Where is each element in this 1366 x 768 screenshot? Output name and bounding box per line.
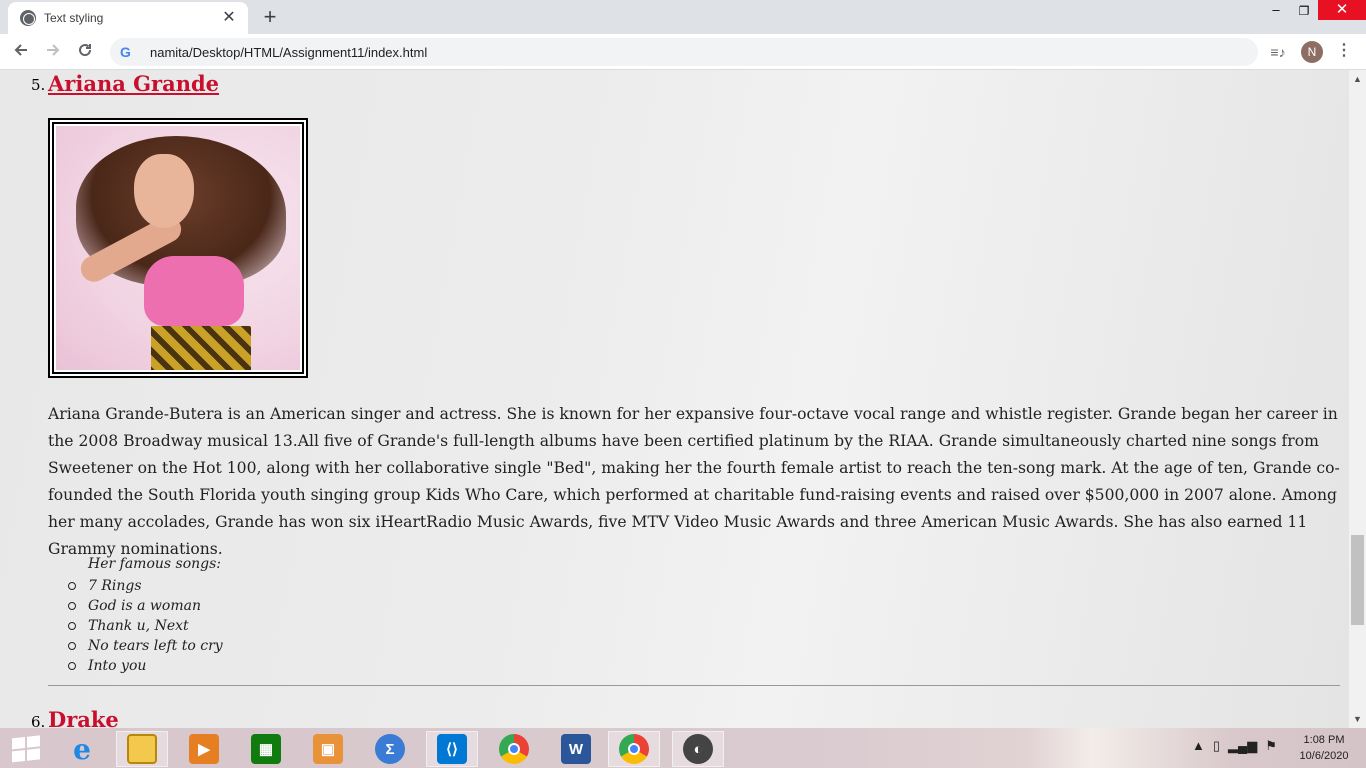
window-minimize-button[interactable]: – bbox=[1262, 0, 1290, 22]
forward-arrow-icon bbox=[47, 44, 60, 56]
circle-bullet-icon bbox=[68, 622, 76, 630]
back-arrow-icon bbox=[14, 44, 27, 56]
circle-bullet-icon bbox=[68, 602, 76, 610]
word-icon[interactable]: W bbox=[550, 731, 602, 767]
show-hidden-icons-icon[interactable]: ▲ bbox=[1192, 738, 1205, 754]
signal-icon[interactable]: ▂▄▆ bbox=[1228, 738, 1257, 754]
artist-photo bbox=[56, 126, 300, 370]
scroll-thumb[interactable] bbox=[1351, 535, 1364, 625]
song-title: Into you bbox=[88, 658, 147, 674]
song-list: 7 Rings God is a woman Thank u, Next No … bbox=[68, 576, 223, 676]
window-maximize-button[interactable]: ❐ bbox=[1290, 0, 1318, 22]
artist-heading-link[interactable]: Drake bbox=[48, 707, 119, 728]
folder-app-icon[interactable]: ▣ bbox=[302, 731, 354, 767]
artist-photo-frame bbox=[48, 118, 308, 378]
list-item: Thank u, Next bbox=[68, 616, 223, 636]
address-url: namita/Desktop/HTML/Assignment11/index.h… bbox=[150, 44, 428, 60]
start-icon[interactable] bbox=[8, 732, 42, 764]
address-bar[interactable]: G namita/Desktop/HTML/Assignment11/index… bbox=[110, 38, 1258, 66]
circle-bullet-icon bbox=[68, 582, 76, 590]
clock-time: 1:08 PM bbox=[1303, 734, 1345, 746]
profile-avatar[interactable]: N bbox=[1301, 41, 1323, 63]
tab-title: Text styling bbox=[44, 11, 104, 25]
tab-strip: Text styling ✕ + – ❐ ✕ bbox=[0, 0, 1366, 34]
song-title: No tears left to cry bbox=[88, 638, 223, 654]
system-tray: ▲ ▯ ▂▄▆ ⚑ bbox=[1192, 738, 1277, 754]
forward-button[interactable] bbox=[40, 39, 66, 65]
system-clock[interactable]: 1:08 PM 10/6/2020 bbox=[1292, 732, 1356, 764]
photo-skirt-shape bbox=[151, 326, 251, 370]
browser-toolbar: G namita/Desktop/HTML/Assignment11/index… bbox=[0, 34, 1366, 70]
circle-bullet-icon bbox=[68, 662, 76, 670]
math-input-icon[interactable]: Σ bbox=[364, 731, 416, 767]
vertical-scrollbar[interactable]: ▲ ▼ bbox=[1349, 70, 1366, 728]
scroll-down-arrow-icon[interactable]: ▼ bbox=[1349, 712, 1366, 726]
list-number: 6. bbox=[31, 713, 46, 728]
page-viewport: 5. Ariana Grande Ariana Grande-Butera is… bbox=[0, 70, 1349, 728]
song-title: God is a woman bbox=[88, 598, 201, 614]
google-icon: G bbox=[120, 44, 131, 60]
list-item: No tears left to cry bbox=[68, 636, 223, 656]
reload-icon bbox=[79, 44, 92, 57]
list-number: 5. bbox=[31, 76, 46, 94]
photo-face-shape bbox=[134, 154, 194, 228]
horizontal-rule bbox=[48, 685, 1340, 686]
file-explorer-icon[interactable] bbox=[116, 731, 168, 767]
song-title: Thank u, Next bbox=[88, 618, 189, 634]
back-button[interactable] bbox=[8, 39, 34, 65]
list-item: 7 Rings bbox=[68, 576, 223, 596]
network-icon[interactable]: ▯ bbox=[1213, 738, 1220, 754]
song-title: 7 Rings bbox=[88, 578, 142, 594]
speaker-app-icon[interactable]: ◐ bbox=[672, 731, 724, 767]
internet-explorer-icon[interactable]: e bbox=[56, 731, 108, 767]
vscode-icon[interactable]: ⟨⟩ bbox=[426, 731, 478, 767]
scroll-up-arrow-icon[interactable]: ▲ bbox=[1349, 72, 1366, 86]
clock-date: 10/6/2020 bbox=[1299, 750, 1349, 762]
photo-top-shape bbox=[144, 256, 244, 326]
reload-button[interactable] bbox=[72, 39, 98, 65]
list-item: God is a woman bbox=[68, 596, 223, 616]
artist-bio: Ariana Grande-Butera is an American sing… bbox=[48, 405, 1340, 558]
media-control-icon[interactable]: ≡♪ bbox=[1268, 42, 1288, 62]
artist-heading-link[interactable]: Ariana Grande bbox=[48, 71, 219, 96]
window-close-button[interactable]: ✕ bbox=[1318, 0, 1366, 20]
taskbar: e ▶ ▦ ▣ Σ ⟨⟩ W ◐ ▲ ▯ ▂▄▆ ⚑ 1:08 PM 10/6/… bbox=[0, 728, 1366, 768]
new-tab-button[interactable]: + bbox=[257, 5, 283, 31]
store-icon[interactable]: ▦ bbox=[240, 731, 292, 767]
browser-tab[interactable]: Text styling ✕ bbox=[8, 2, 248, 34]
tab-close-button[interactable]: ✕ bbox=[220, 9, 238, 27]
circle-bullet-icon bbox=[68, 642, 76, 650]
chrome-profile-icon[interactable] bbox=[608, 731, 660, 767]
list-item: Into you bbox=[68, 656, 223, 676]
action-center-flag-icon[interactable]: ⚑ bbox=[1265, 738, 1277, 754]
chrome-icon[interactable] bbox=[488, 731, 540, 767]
browser-menu-icon[interactable]: ⋮ bbox=[1336, 40, 1352, 64]
songs-caption: Her famous songs: bbox=[88, 556, 222, 572]
globe-icon bbox=[20, 10, 36, 26]
media-player-icon[interactable]: ▶ bbox=[178, 731, 230, 767]
